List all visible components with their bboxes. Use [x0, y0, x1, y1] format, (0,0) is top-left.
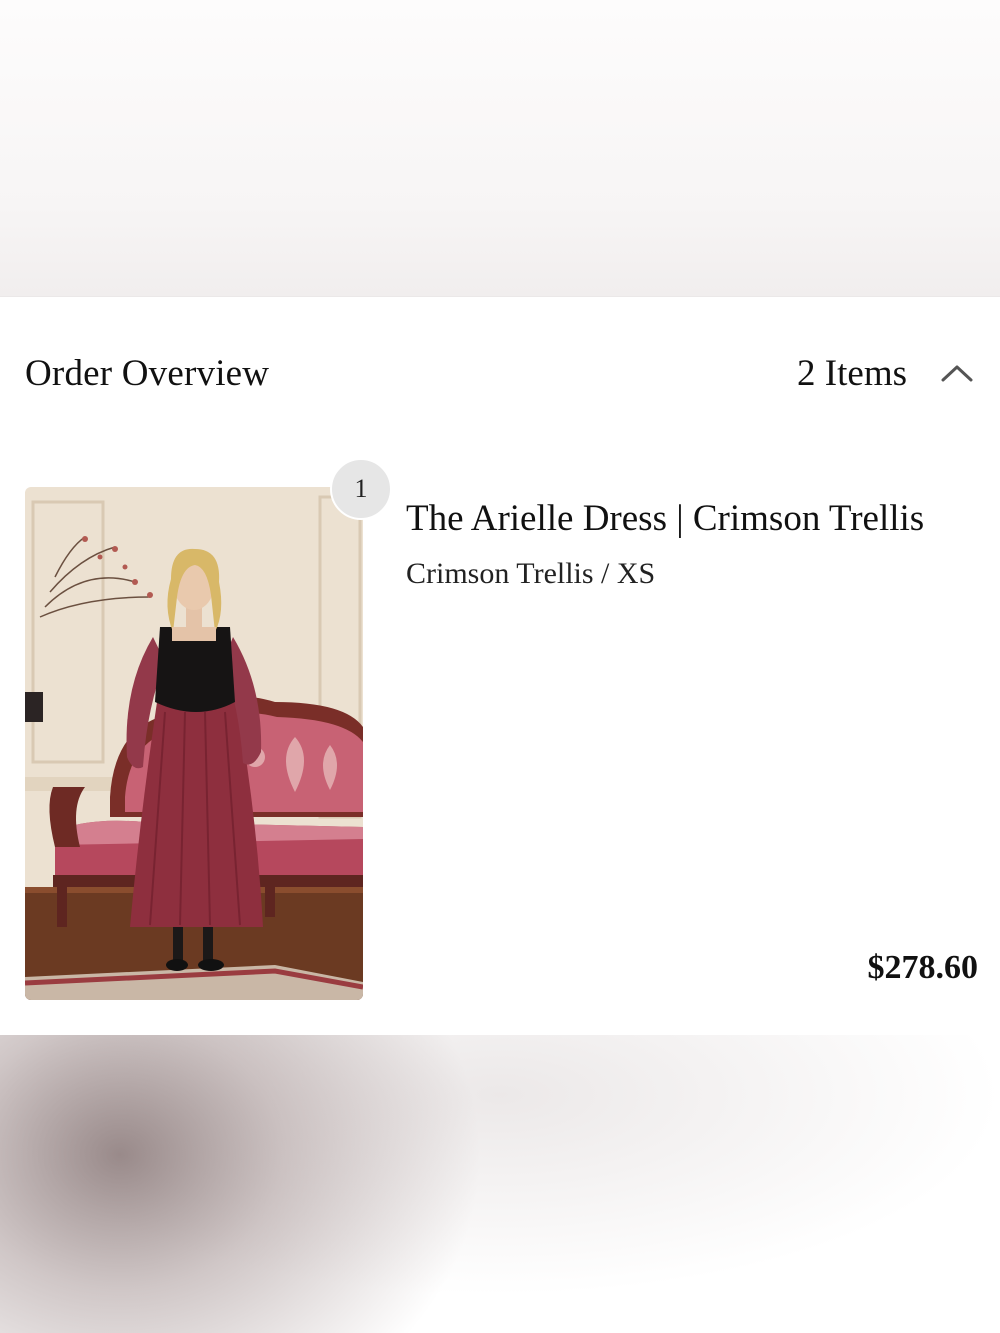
order-overview-summary[interactable]: 2 Items: [797, 352, 975, 395]
order-overview-title: Order Overview: [25, 352, 270, 394]
bottom-blurred-backdrop: [0, 1035, 1000, 1333]
quantity-badge: 1: [330, 458, 392, 520]
product-image: [25, 487, 363, 1000]
product-thumbnail-wrapper: 1: [25, 458, 392, 1000]
order-overview-header[interactable]: Order Overview 2 Items: [25, 347, 975, 399]
product-name: The Arielle Dress | Crimson Trellis: [406, 498, 925, 539]
chevron-up-icon[interactable]: [939, 355, 975, 391]
top-blurred-backdrop: [0, 0, 1000, 297]
product-variant: Crimson Trellis / XS: [406, 557, 656, 590]
item-count: 2 Items: [797, 352, 907, 394]
product-price: $278.60: [867, 949, 979, 986]
order-overview-panel: Order Overview 2 Items 1 The Arielle Dre…: [0, 297, 1000, 1035]
product-info: The Arielle Dress | Crimson Trellis Crim…: [406, 497, 978, 591]
